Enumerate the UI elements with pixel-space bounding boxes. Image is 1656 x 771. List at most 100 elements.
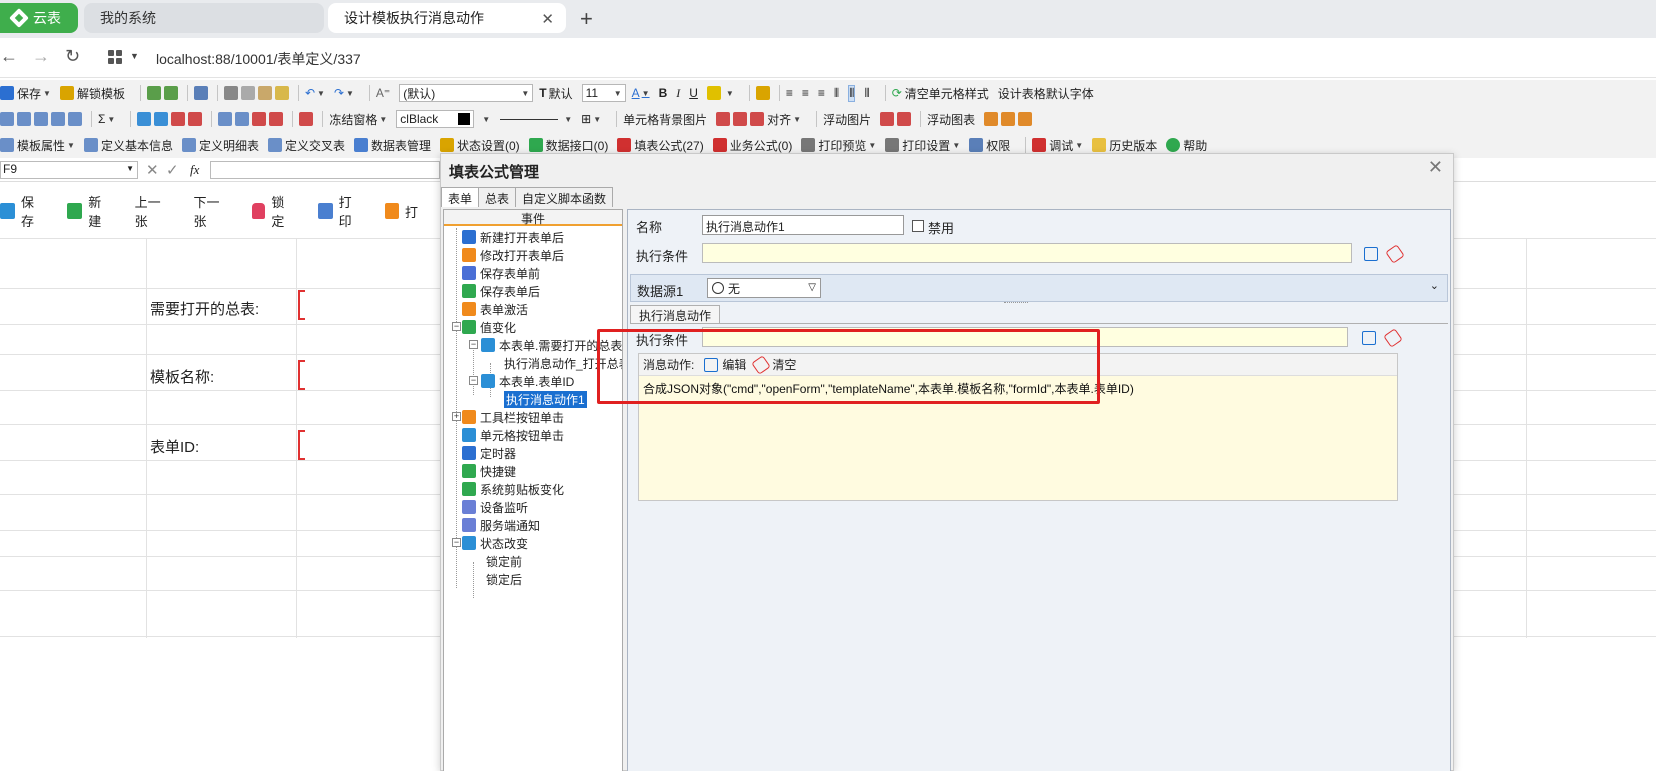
close-icon[interactable]: ✕ xyxy=(1428,157,1443,178)
table-icon[interactable] xyxy=(0,112,14,126)
line-style-select[interactable]: ▼ xyxy=(500,115,572,124)
print-preview-button[interactable]: 打印预览 ▼ xyxy=(801,137,876,154)
bar-chart-icon[interactable] xyxy=(984,112,999,126)
form-lock-button[interactable]: 锁定 xyxy=(252,192,295,230)
collapse-icon[interactable]: − xyxy=(469,376,478,385)
add-float-image-icon[interactable] xyxy=(880,112,895,126)
underline-button[interactable]: U xyxy=(689,86,698,100)
tree-node-field-form-id[interactable]: 本表单.表单ID xyxy=(481,372,574,390)
tab-form[interactable]: 表单 xyxy=(441,187,480,207)
delete-row-icon[interactable] xyxy=(171,112,186,126)
cell-reference-input[interactable]: F9 ▼ xyxy=(0,161,138,179)
align-left-button[interactable]: ≡ xyxy=(786,86,793,100)
redo-button[interactable]: ↷ ▼ xyxy=(334,86,354,100)
tree-node-device-listen[interactable]: 设备监听 xyxy=(462,498,528,516)
formula-input[interactable] xyxy=(210,161,440,179)
tree-node-before-save[interactable]: 保存表单前 xyxy=(462,264,540,282)
splitter-handle[interactable] xyxy=(1004,302,1028,303)
apps-grid-icon[interactable] xyxy=(108,50,124,66)
unlock-template-button[interactable]: 解锁模板 xyxy=(59,85,125,102)
input-cell-marker[interactable] xyxy=(298,360,305,390)
print-settings-button[interactable]: 打印设置 ▼ xyxy=(885,137,960,154)
format-brush-icon[interactable] xyxy=(274,86,289,100)
condition-input[interactable] xyxy=(702,243,1352,263)
url-input[interactable]: localhost:88/10001/表单定义/337 xyxy=(156,49,361,69)
distribute-rows-button[interactable]: ⦀ xyxy=(848,84,856,102)
brand-tab[interactable]: 云表 xyxy=(0,3,78,33)
color-select[interactable]: clBlack xyxy=(396,110,475,128)
clear-cell-style-button[interactable]: ⟳ 清空单元格样式 xyxy=(892,85,989,102)
browser-tab-design-template[interactable]: 设计模板执行消息动作 ✕ xyxy=(328,3,566,33)
form-print-button[interactable]: 打印 xyxy=(317,192,363,230)
tree-node-new-open[interactable]: 新建打开表单后 xyxy=(462,228,564,246)
new-tab-icon[interactable]: + xyxy=(580,6,593,32)
data-interface-button[interactable]: 数据接口(0) xyxy=(528,137,608,154)
tree-node-toolbar-click[interactable]: 工具栏按钮单击 xyxy=(462,408,564,426)
font-color-button[interactable]: A ▼ xyxy=(632,86,650,100)
permissions-button[interactable]: 权限 xyxy=(969,137,1010,154)
name-input[interactable]: 执行消息动作1 xyxy=(702,215,904,235)
apps-caret-icon[interactable]: ▼ xyxy=(130,51,139,61)
float-chart-button[interactable]: 浮动图表 xyxy=(927,111,975,128)
justify-button[interactable]: ⦀ xyxy=(864,86,869,101)
table-insert-icon[interactable] xyxy=(17,112,31,126)
column-chart-icon[interactable] xyxy=(1001,112,1016,126)
tree-node-value-change[interactable]: 值变化 xyxy=(462,318,516,336)
remove-bg-image-icon[interactable] xyxy=(733,112,748,126)
prev-record-button[interactable]: 上一张 xyxy=(135,192,172,230)
cols-icon[interactable] xyxy=(51,112,65,126)
freeze-panes-button[interactable]: 冻结窗格 ▼ xyxy=(329,111,387,128)
template-properties-button[interactable]: 模板属性 ▼ xyxy=(0,137,75,154)
tree-node-cell-button-click[interactable]: 单元格按钮单击 xyxy=(462,426,564,444)
close-tab-icon[interactable]: ✕ xyxy=(541,10,554,28)
debug-button[interactable]: 调试 ▼ xyxy=(1032,137,1083,154)
remove-float-image-icon[interactable] xyxy=(897,112,912,126)
reload-icon[interactable]: ↻ xyxy=(65,46,80,67)
cell-border-red-icon[interactable] xyxy=(252,112,267,126)
eraser-icon[interactable] xyxy=(1383,328,1403,348)
tree-node-after-save[interactable]: 保存表单后 xyxy=(462,282,540,300)
hide-row-icon[interactable] xyxy=(218,112,233,126)
define-detail-table-button[interactable]: 定义明细表 xyxy=(181,137,259,154)
collapse-icon[interactable]: − xyxy=(452,538,461,547)
expand-icon[interactable]: + xyxy=(452,412,461,421)
tree-node-clipboard-change[interactable]: 系统剪贴板变化 xyxy=(462,480,564,498)
data-table-manage-button[interactable]: 数据表管理 xyxy=(353,137,431,154)
exit-icon[interactable] xyxy=(193,86,208,100)
distribute-cols-button[interactable]: ⦀ xyxy=(834,86,839,101)
rows-icon[interactable] xyxy=(34,112,48,126)
tree-node-server-notify[interactable]: 服务端通知 xyxy=(462,516,540,534)
align-right-button[interactable]: ≡ xyxy=(818,86,825,100)
insert-col-icon[interactable] xyxy=(154,112,169,126)
collapse-icon[interactable]: − xyxy=(452,322,461,331)
define-basic-info-button[interactable]: 定义基本信息 xyxy=(83,137,173,154)
tree-node-action-1[interactable]: 执行消息动作1 xyxy=(504,390,587,408)
save-button[interactable]: 保存 ▼ xyxy=(0,85,51,102)
define-cross-table-button[interactable]: 定义交叉表 xyxy=(267,137,345,154)
italic-button[interactable]: I xyxy=(676,86,680,101)
copy-icon[interactable] xyxy=(240,86,255,100)
text-default-button[interactable]: T 默认 xyxy=(539,85,572,102)
cell-type-icon[interactable] xyxy=(299,112,314,126)
cancel-x-icon[interactable]: ✕ xyxy=(146,161,159,179)
tree-node-timer[interactable]: 定时器 xyxy=(462,444,516,462)
form-save-button[interactable]: 保存 xyxy=(0,192,45,230)
cut-icon[interactable] xyxy=(223,86,238,100)
float-image-button[interactable]: 浮动图片 xyxy=(823,111,871,128)
fill-formula-button[interactable]: 填表公式(27) xyxy=(617,137,704,154)
help-button[interactable]: 帮助 xyxy=(1166,137,1207,154)
align-button[interactable]: 对齐 ▼ xyxy=(750,111,801,128)
undo-button[interactable]: ↶ ▼ xyxy=(305,86,325,100)
business-formula-button[interactable]: 业务公式(0) xyxy=(712,137,792,154)
confirm-check-icon[interactable]: ✓ xyxy=(166,161,179,179)
cell-bg-image-button[interactable]: 单元格背景图片 xyxy=(623,111,707,128)
chart-remove-icon[interactable] xyxy=(1018,112,1033,126)
tree-node-form-activate[interactable]: 表单激活 xyxy=(462,300,528,318)
paste-icon[interactable] xyxy=(257,86,272,100)
delete-col-icon[interactable] xyxy=(188,112,203,126)
datasource-select[interactable]: 无 ▽ xyxy=(707,278,821,298)
form-new-button[interactable]: 新建 xyxy=(67,192,112,230)
edit-icon[interactable] xyxy=(1364,247,1378,261)
input-cell-marker[interactable] xyxy=(298,430,305,460)
show-row-icon[interactable] xyxy=(235,112,250,126)
